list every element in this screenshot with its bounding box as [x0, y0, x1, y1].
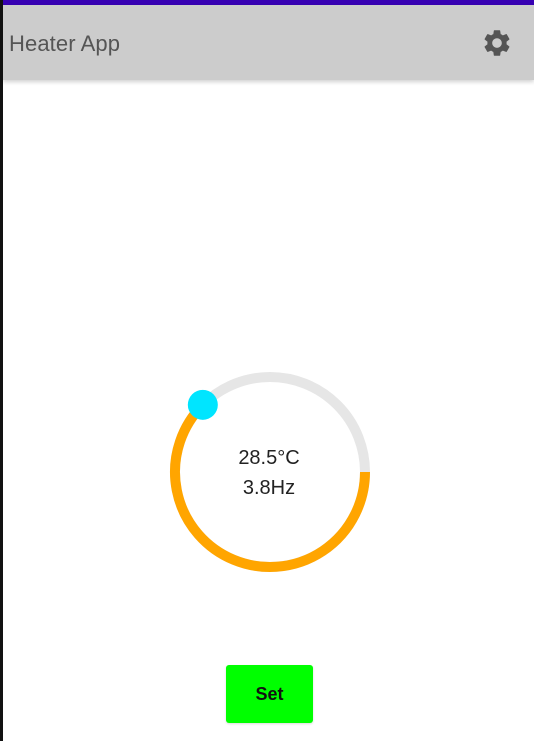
dial-graphic: [170, 372, 370, 572]
dial-thumb-handle[interactable]: [187, 389, 218, 420]
app-screen: Heater App 28.5°C 3.8Hz Set: [3, 0, 534, 741]
app-title: Heater App: [9, 31, 121, 56]
temperature-dial[interactable]: 28.5°C 3.8Hz: [153, 362, 385, 584]
temperature-readout: 28.5°C: [238, 447, 300, 469]
frequency-readout: 3.8Hz: [242, 477, 296, 499]
app-bar: Heater App: [3, 5, 534, 80]
set-button[interactable]: Set: [226, 665, 313, 723]
settings-button[interactable]: [481, 27, 513, 59]
gear-icon: [484, 30, 510, 56]
